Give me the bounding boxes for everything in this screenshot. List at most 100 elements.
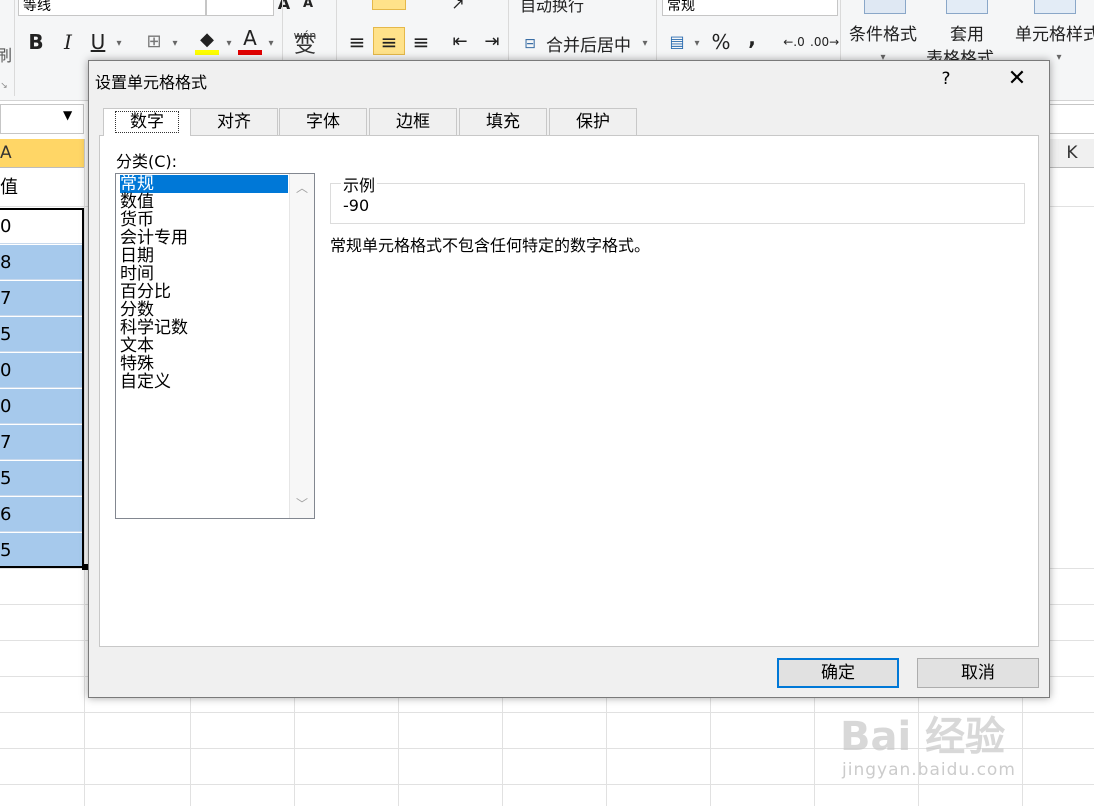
format-painter-label: 刷 bbox=[0, 46, 13, 65]
cell-header[interactable]: 值 bbox=[0, 170, 84, 205]
cell-style-icon bbox=[1034, 0, 1076, 14]
watermark-url: jingyan.baidu.com bbox=[842, 760, 1016, 780]
number-format-select[interactable]: 常规 bbox=[662, 0, 838, 16]
dialog-launcher-icon[interactable]: ↘ bbox=[0, 72, 10, 100]
tab-font-label: 字体 bbox=[306, 112, 340, 132]
category-item-special[interactable]: 特殊 bbox=[120, 355, 288, 373]
bold-button[interactable]: B bbox=[24, 28, 48, 56]
category-item-fraction[interactable]: 分数 bbox=[120, 301, 288, 319]
border-dropdown-icon[interactable]: ▾ bbox=[168, 30, 182, 58]
tab-fill-label: 填充 bbox=[486, 112, 520, 132]
column-header-k[interactable]: K bbox=[1050, 139, 1094, 168]
scroll-up-icon[interactable]: ︿ bbox=[290, 178, 314, 198]
cell-value[interactable]: 8 bbox=[0, 245, 84, 280]
category-item-general[interactable]: 常规 bbox=[120, 175, 288, 193]
column-header-k-label: K bbox=[1066, 143, 1078, 163]
font-color-dropdown-icon[interactable]: ▾ bbox=[264, 30, 278, 58]
increase-decimal-icon[interactable]: ←.0 bbox=[780, 28, 808, 56]
cell-style-dropdown-icon[interactable]: ▾ bbox=[1052, 44, 1066, 72]
scroll-down-icon[interactable]: ﹀ bbox=[290, 494, 314, 514]
decrease-font-size-button[interactable]: A bbox=[298, 0, 318, 18]
tab-number-label: 数字 bbox=[115, 111, 179, 133]
tab-number[interactable]: 数字 bbox=[103, 108, 191, 136]
orientation-icon[interactable]: ↗ bbox=[448, 0, 468, 18]
tab-border-label: 边框 bbox=[396, 112, 430, 132]
merge-dropdown-icon[interactable]: ▾ bbox=[638, 30, 652, 58]
align-right-icon[interactable]: ≡ bbox=[406, 28, 436, 56]
tab-alignment-label: 对齐 bbox=[217, 112, 251, 132]
category-item-accounting[interactable]: 会计专用 bbox=[120, 229, 288, 247]
decrease-indent-icon[interactable]: ⇤ bbox=[446, 28, 474, 56]
tab-alignment[interactable]: 对齐 bbox=[190, 108, 278, 135]
conditional-format-icon bbox=[864, 0, 906, 14]
category-item-scientific[interactable]: 科学记数 bbox=[120, 319, 288, 337]
ok-button[interactable]: 确定 bbox=[777, 658, 899, 688]
category-item-custom[interactable]: 自定义 bbox=[120, 373, 288, 391]
tab-fill[interactable]: 填充 bbox=[459, 108, 547, 135]
cell-value[interactable]: 0 bbox=[0, 353, 84, 388]
underline-dropdown-icon[interactable]: ▾ bbox=[112, 30, 126, 58]
accounting-dropdown-icon[interactable]: ▾ bbox=[690, 30, 704, 58]
fill-dropdown-icon[interactable]: ▾ bbox=[222, 30, 236, 58]
cell-value[interactable]: 5 bbox=[0, 317, 84, 352]
increase-indent-icon[interactable]: ⇥ bbox=[478, 28, 506, 56]
merge-center-icon: ⊟ bbox=[524, 36, 536, 52]
accounting-format-icon[interactable]: ▤ bbox=[664, 28, 690, 56]
cell-value[interactable]: 7 bbox=[0, 425, 84, 460]
category-label: 分类(C): bbox=[116, 152, 178, 171]
category-item-date[interactable]: 日期 bbox=[120, 247, 288, 265]
font-size-select[interactable] bbox=[206, 0, 274, 16]
tab-font[interactable]: 字体 bbox=[279, 108, 367, 135]
tab-border[interactable]: 边框 bbox=[369, 108, 457, 135]
category-item-time[interactable]: 时间 bbox=[120, 265, 288, 283]
font-name-value: 等线 bbox=[23, 0, 51, 14]
cell-value[interactable]: 0 bbox=[0, 209, 84, 244]
column-header-a[interactable]: A bbox=[0, 139, 85, 168]
underline-button[interactable]: U bbox=[86, 28, 110, 56]
tab-protection[interactable]: 保护 bbox=[549, 108, 637, 135]
cell-style-button[interactable]: 单元格样式 bbox=[1015, 20, 1094, 45]
cell-value[interactable]: 5 bbox=[0, 461, 84, 496]
ribbon-separator bbox=[14, 0, 15, 96]
name-box[interactable]: ▼ bbox=[0, 104, 84, 134]
fill-color-swatch bbox=[195, 50, 219, 55]
baidu-watermark: Bai 经验 jingyan.baidu.com bbox=[840, 690, 1040, 790]
increase-font-size-button[interactable]: A bbox=[274, 0, 294, 18]
category-item-text[interactable]: 文本 bbox=[120, 337, 288, 355]
align-left-icon[interactable]: ≡ bbox=[342, 28, 372, 56]
border-icon[interactable]: ⊞ bbox=[142, 28, 166, 56]
wrap-text-button[interactable]: 自动换行 bbox=[520, 0, 584, 16]
category-item-percentage[interactable]: 百分比 bbox=[120, 283, 288, 301]
cancel-button[interactable]: 取消 bbox=[917, 658, 1039, 688]
cell-value[interactable]: 6 bbox=[0, 497, 84, 532]
align-center-icon: ≡ bbox=[380, 30, 398, 54]
format-cells-dialog: 设置单元格格式 ? ✕ 数字 对齐 字体 边框 填充 保护 分类(C): 常规 … bbox=[88, 60, 1050, 698]
name-box-dropdown-icon[interactable]: ▼ bbox=[63, 108, 72, 122]
decrease-decimal-icon[interactable]: .00→ bbox=[810, 28, 839, 56]
category-list[interactable]: 常规 数值 货币 会计专用 日期 时间 百分比 分数 科学记数 文本 特殊 自定… bbox=[115, 173, 315, 519]
cell-value[interactable]: 7 bbox=[0, 281, 84, 316]
column-header-a-label: A bbox=[0, 143, 12, 163]
font-color-button[interactable]: A bbox=[238, 24, 262, 52]
cell-value[interactable]: 0 bbox=[0, 389, 84, 424]
help-button[interactable]: ? bbox=[934, 67, 958, 91]
cell-value[interactable]: 5 bbox=[0, 533, 84, 568]
grid-line bbox=[84, 167, 85, 806]
sample-label: 示例 bbox=[341, 172, 378, 196]
conditional-format-button[interactable]: 条件格式 bbox=[849, 20, 917, 45]
font-color-swatch bbox=[238, 50, 262, 55]
italic-button[interactable]: I bbox=[56, 28, 80, 56]
category-item-currency[interactable]: 货币 bbox=[120, 211, 288, 229]
close-button[interactable]: ✕ bbox=[1001, 65, 1033, 93]
merge-center-button[interactable]: 合并后居中 bbox=[546, 31, 631, 56]
watermark-logo-text: Bai 经验 bbox=[840, 714, 1006, 760]
fill-handle[interactable] bbox=[82, 564, 88, 570]
table-format-label-1[interactable]: 套用 bbox=[950, 20, 984, 45]
comma-style-button[interactable]: , bbox=[740, 24, 764, 52]
percent-button[interactable]: % bbox=[708, 28, 734, 56]
sample-value: -90 bbox=[343, 196, 370, 215]
align-top-button[interactable] bbox=[372, 0, 406, 10]
category-item-number[interactable]: 数值 bbox=[120, 193, 288, 211]
category-scrollbar[interactable]: ︿ ﹀ bbox=[289, 174, 314, 518]
font-name-select[interactable]: 等线 bbox=[18, 0, 206, 16]
